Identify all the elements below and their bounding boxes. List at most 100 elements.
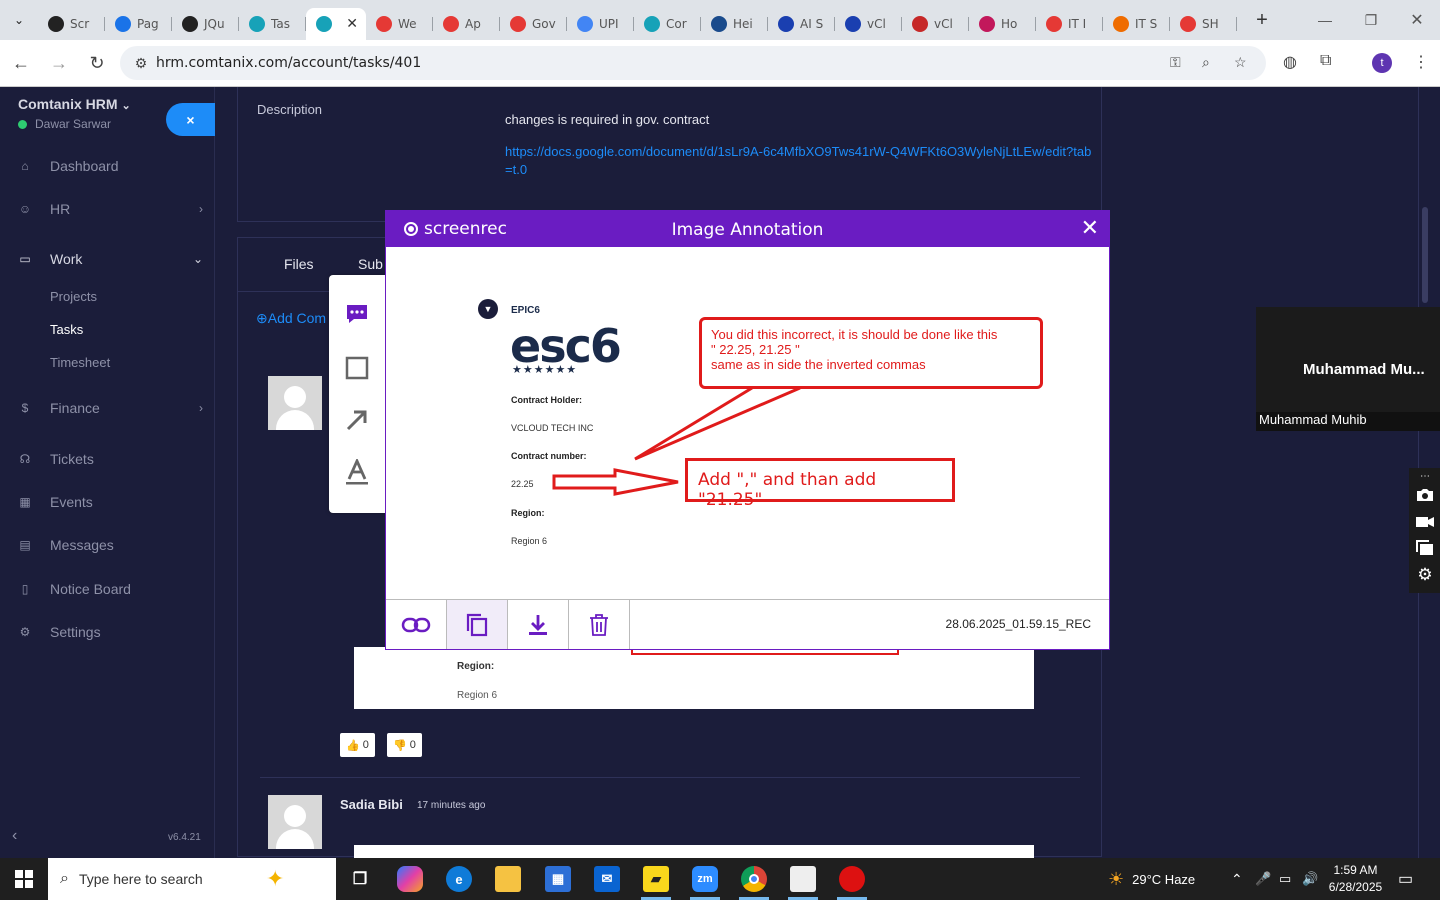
- browser-tab[interactable]: Gov: [500, 8, 567, 40]
- collapse-sidebar-icon[interactable]: ‹: [12, 827, 17, 845]
- minimize-icon[interactable]: —: [1302, 0, 1348, 40]
- file-explorer-icon[interactable]: [495, 866, 521, 892]
- browser-tab[interactable]: ✕: [306, 8, 366, 40]
- system-clock[interactable]: 1:59 AM 6/28/2025: [1318, 862, 1393, 896]
- browser-tab[interactable]: Scr: [38, 8, 105, 40]
- notepad-icon[interactable]: [790, 866, 816, 892]
- microphone-icon[interactable]: 🎤: [1255, 858, 1271, 900]
- browser-tab[interactable]: IT I: [1036, 8, 1103, 40]
- arrow-tool-icon[interactable]: [343, 406, 371, 434]
- dislike-button[interactable]: 👎 0: [387, 733, 422, 757]
- sidebar-subitem-tasks[interactable]: Tasks: [50, 322, 83, 337]
- profile-avatar[interactable]: t: [1372, 53, 1392, 73]
- sidebar-item-work[interactable]: ▭ Work ⌄: [18, 251, 203, 267]
- password-key-icon[interactable]: ⚿: [1170, 54, 1181, 71]
- reload-icon[interactable]: ↻: [80, 46, 114, 80]
- sidebar-item-finance[interactable]: $ Finance ›: [18, 400, 203, 416]
- microsoft-store-icon[interactable]: ▦: [545, 866, 571, 892]
- annotation-canvas[interactable]: ▼ EPIC6 esc6 ★★★★★★ Contract Holder: VCL…: [386, 247, 1109, 600]
- window-close-icon[interactable]: ✕: [1394, 0, 1440, 40]
- extensions-puzzle-icon[interactable]: ⧉: [1320, 52, 1331, 70]
- gear-icon[interactable]: ⚙: [1415, 565, 1435, 584]
- zoom-icon[interactable]: ⌕: [1202, 54, 1210, 71]
- annotation-note-incorrect[interactable]: You did this incorrect, it is should be …: [699, 317, 1043, 389]
- comment-tool-icon[interactable]: [343, 300, 371, 328]
- sidebar-item-dashboard[interactable]: ⌂ Dashboard: [18, 158, 203, 174]
- sidebar-item-settings[interactable]: ⚙ Settings: [18, 624, 203, 640]
- camera-icon[interactable]: [1415, 487, 1435, 503]
- taskbar-search[interactable]: ⌕ Type here to search ✦: [48, 858, 336, 900]
- copy-link-button[interactable]: [386, 600, 447, 649]
- copilot-icon[interactable]: [397, 866, 423, 892]
- more-options-icon[interactable]: ⋯: [1415, 468, 1435, 484]
- tab-search-chevron-icon[interactable]: ⌄: [0, 0, 38, 40]
- browser-tab[interactable]: We: [366, 8, 433, 40]
- windows-start-icon[interactable]: [0, 858, 48, 900]
- browser-tab[interactable]: IT S: [1103, 8, 1170, 40]
- scrollbar-thumb[interactable]: [1422, 207, 1428, 303]
- browser-tab[interactable]: Hei: [701, 8, 768, 40]
- rectangle-tool-icon[interactable]: [343, 354, 371, 382]
- bookmark-star-icon[interactable]: ☆: [1234, 54, 1247, 71]
- tab-files[interactable]: Files: [284, 256, 314, 272]
- sidebar-item-events[interactable]: ▦ Events: [18, 494, 203, 510]
- comment-screenshot[interactable]: [354, 845, 1034, 858]
- browser-tab[interactable]: UPI: [567, 8, 634, 40]
- sticky-notes-icon[interactable]: ▰: [643, 866, 669, 892]
- browser-tab[interactable]: JQu: [172, 8, 239, 40]
- browser-tab[interactable]: Ho: [969, 8, 1036, 40]
- sidebar-item-notice-board[interactable]: ▯ Notice Board: [18, 581, 203, 597]
- sidebar-subitem-projects[interactable]: Projects: [50, 289, 97, 304]
- browser-tab[interactable]: SH: [1170, 8, 1237, 40]
- edge-browser-icon[interactable]: e: [446, 866, 472, 892]
- notifications-icon[interactable]: ▭: [1398, 858, 1413, 900]
- new-tab-plus-icon[interactable]: +: [1247, 5, 1277, 35]
- weather-widget[interactable]: ☀ 29°C Haze: [1108, 858, 1195, 900]
- download-button[interactable]: [508, 600, 569, 649]
- close-sidebar-button[interactable]: ×: [166, 103, 215, 136]
- video-record-icon[interactable]: [1415, 514, 1435, 530]
- mail-icon[interactable]: ✉: [594, 866, 620, 892]
- delete-button[interactable]: [569, 600, 630, 649]
- comment-screenshot[interactable]: Region: Region 6: [354, 647, 1034, 709]
- browser-tab[interactable]: vCl: [902, 8, 969, 40]
- back-arrow-icon[interactable]: ←: [4, 46, 38, 80]
- zoom-app-icon[interactable]: zm: [692, 866, 718, 892]
- copy-image-button[interactable]: [447, 600, 508, 649]
- url-text[interactable]: hrm.comtanix.com/account/tasks/401: [156, 55, 421, 71]
- tab-sub-tasks[interactable]: Sub: [358, 256, 383, 272]
- chrome-icon[interactable]: [741, 866, 767, 892]
- browser-menu-icon[interactable]: ⋮: [1413, 52, 1429, 72]
- forward-arrow-icon[interactable]: →: [42, 46, 76, 80]
- screenrec-app-icon[interactable]: [839, 866, 865, 892]
- url-omnibox[interactable]: ⚙ hrm.comtanix.com/account/tasks/401 ⚿ ⌕…: [120, 46, 1266, 80]
- sidebar-item-messages[interactable]: ▤ Messages: [18, 537, 203, 553]
- browser-tab[interactable]: Tas: [239, 8, 306, 40]
- sidebar-item-hr[interactable]: ☺ HR ›: [18, 201, 203, 217]
- browser-tab[interactable]: Cor: [634, 8, 701, 40]
- add-comment-button[interactable]: ⊕Add Com: [256, 310, 326, 327]
- browser-tab[interactable]: vCl: [835, 8, 902, 40]
- tab-close-icon[interactable]: ✕: [346, 16, 358, 32]
- browser-tab[interactable]: AI S: [768, 8, 835, 40]
- extension-globe-icon[interactable]: ◍: [1283, 52, 1297, 72]
- network-icon[interactable]: ▭: [1279, 858, 1291, 900]
- site-settings-icon[interactable]: ⚙: [126, 55, 156, 72]
- text-tool-icon[interactable]: [343, 458, 371, 486]
- tray-overflow-chevron-icon[interactable]: ⌃: [1231, 858, 1243, 900]
- like-button[interactable]: 👍 0: [340, 733, 375, 757]
- browser-tab[interactable]: Ap: [433, 8, 500, 40]
- browser-tab[interactable]: Pag: [105, 8, 172, 40]
- video-call-tile[interactable]: Muhammad Mu... Muhammad Muhib: [1256, 307, 1440, 431]
- gallery-icon[interactable]: [1415, 540, 1435, 556]
- brand-name[interactable]: Comtanix HRM ⌄: [18, 96, 131, 112]
- volume-icon[interactable]: 🔊: [1302, 858, 1318, 900]
- pagespeed-icon: [115, 16, 131, 32]
- task-view-icon[interactable]: ❐: [347, 866, 373, 892]
- restore-icon[interactable]: ❐: [1348, 0, 1394, 40]
- description-link[interactable]: https://docs.google.com/document/d/1sLr9…: [505, 143, 1095, 179]
- annotation-note-add[interactable]: Add "," and than add "21.25": [685, 458, 955, 510]
- sidebar-item-tickets[interactable]: ☊ Tickets: [18, 451, 203, 467]
- close-modal-icon[interactable]: ✕: [1081, 217, 1099, 239]
- sidebar-subitem-timesheet[interactable]: Timesheet: [50, 355, 110, 370]
